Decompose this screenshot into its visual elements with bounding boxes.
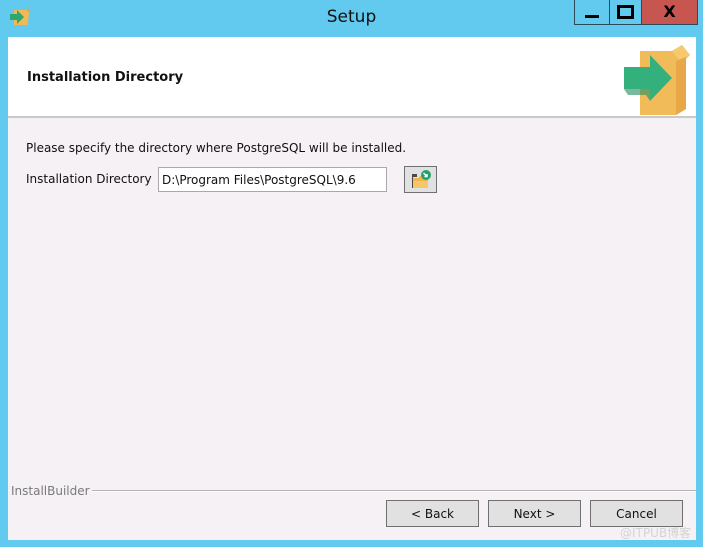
instruction-text: Please specify the directory where Postg… <box>26 141 407 155</box>
cancel-button[interactable]: Cancel <box>590 500 683 527</box>
minimize-button[interactable] <box>574 0 609 25</box>
back-button[interactable]: < Back <box>386 500 479 527</box>
next-button[interactable]: Next > <box>488 500 581 527</box>
title-bar[interactable]: Setup X <box>0 0 703 37</box>
setup-dialog: Installation Directory Please specify th… <box>8 37 696 540</box>
browse-button[interactable] <box>404 166 437 193</box>
page-title: Installation Directory <box>27 70 184 85</box>
minimize-icon <box>585 14 599 18</box>
installation-directory-label: Installation Directory <box>26 172 152 186</box>
installer-box-arrow-icon <box>624 45 690 115</box>
maximize-icon <box>617 5 634 19</box>
maximize-button[interactable] <box>609 0 641 25</box>
close-button[interactable]: X <box>641 0 698 25</box>
footer-divider <box>92 490 696 492</box>
watermark: @ITPUB博客 <box>620 526 692 540</box>
folder-browse-icon <box>411 169 431 188</box>
page-header: Installation Directory <box>8 37 696 118</box>
installation-directory-input[interactable] <box>158 167 387 192</box>
installbuilder-brand: InstallBuilder <box>11 484 90 498</box>
close-icon: X <box>663 2 676 21</box>
